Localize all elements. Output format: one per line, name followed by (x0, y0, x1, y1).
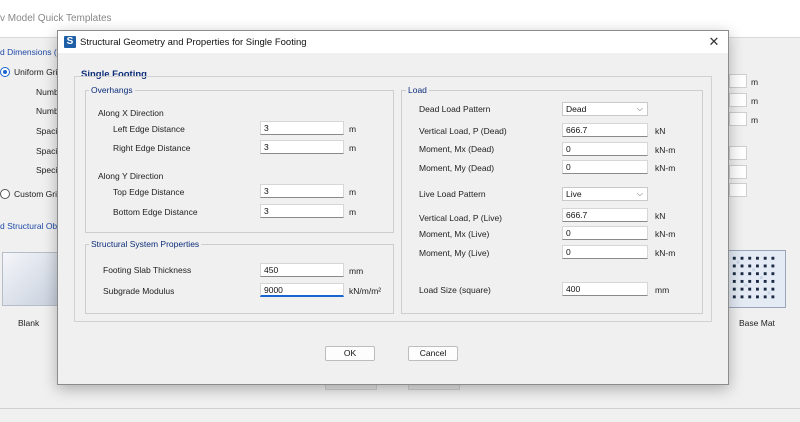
grid-dimensions-section: d Dimensions (F (0, 47, 62, 57)
top-edge-input[interactable]: 3 (260, 184, 344, 198)
overhangs-title: Overhangs (89, 85, 135, 95)
vertical-load-live-unit: kN (655, 211, 666, 221)
bottom-edge-label: Bottom Edge Distance (113, 207, 198, 217)
bottom-edge-unit: m (349, 207, 357, 217)
background-window-title: v Model Quick Templates (0, 13, 112, 24)
vertical-load-dead-unit: kN (655, 126, 666, 136)
background-input[interactable] (729, 146, 747, 160)
custom-grid-label: Custom Gric (14, 189, 62, 199)
load-frame (401, 90, 703, 314)
background-input[interactable] (729, 93, 747, 107)
ok-button[interactable]: OK (325, 346, 375, 361)
custom-grid-radio[interactable]: Custom Gric (0, 189, 61, 199)
left-edge-input[interactable]: 3 (260, 121, 344, 135)
structural-system-frame (85, 244, 394, 314)
blank-template-thumbnail[interactable] (2, 252, 60, 306)
background-unit: m (751, 96, 759, 106)
live-load-pattern-dropdown[interactable]: Live ⌵ (562, 187, 648, 201)
subgrade-modulus-unit: kN/m/m² (349, 286, 382, 296)
blank-template-label: Blank (18, 318, 40, 328)
vertical-load-live-label: Vertical Load, P (Live) (419, 213, 502, 223)
slab-thickness-unit: mm (349, 266, 364, 276)
load-title: Load (406, 85, 429, 95)
mx-dead-input[interactable]: 0 (562, 142, 648, 156)
radio-unchecked-icon (0, 189, 10, 199)
mx-dead-label: Moment, Mx (Dead) (419, 144, 495, 154)
my-live-label: Moment, My (Live) (419, 248, 490, 258)
right-edge-input[interactable]: 3 (260, 140, 344, 154)
my-dead-unit: kN-m (655, 163, 676, 173)
top-edge-unit: m (349, 187, 357, 197)
background-input[interactable] (729, 74, 747, 88)
background-input[interactable] (729, 112, 747, 126)
along-x-heading: Along X Direction (98, 108, 164, 118)
base-mat-template-label: Base Mat (739, 318, 775, 328)
subgrade-modulus-input[interactable]: 9000 (260, 283, 344, 297)
dead-load-pattern-dropdown[interactable]: Dead ⌵ (562, 102, 648, 116)
structural-objects-section: d Structural Obj (0, 221, 60, 231)
load-size-input[interactable]: 400 (562, 282, 648, 296)
uniform-grid-label: Uniform Gric (14, 67, 62, 77)
structural-system-title: Structural System Properties (89, 239, 202, 249)
background-unit: m (751, 115, 759, 125)
slab-thickness-input[interactable]: 450 (260, 263, 344, 277)
load-size-unit: mm (655, 285, 670, 295)
background-input[interactable] (729, 165, 747, 179)
load-size-label: Load Size (square) (419, 285, 491, 295)
app-logo-icon: S (64, 36, 76, 48)
mx-dead-unit: kN-m (655, 145, 676, 155)
background-input[interactable] (729, 183, 747, 197)
left-edge-label: Left Edge Distance (113, 124, 185, 134)
along-y-heading: Along Y Direction (98, 171, 164, 181)
right-edge-unit: m (349, 143, 357, 153)
my-live-unit: kN-m (655, 248, 676, 258)
my-dead-label: Moment, My (Dead) (419, 163, 495, 173)
dialog-titlebar[interactable]: S Structural Geometry and Properties for… (58, 31, 728, 53)
base-mat-template-thumbnail[interactable] (726, 250, 786, 308)
background-footer (0, 408, 800, 422)
live-load-pattern-label: Live Load Pattern (419, 189, 486, 199)
chevron-down-icon: ⌵ (636, 104, 643, 113)
left-edge-unit: m (349, 124, 357, 134)
bottom-edge-input[interactable]: 3 (260, 204, 344, 218)
right-edge-label: Right Edge Distance (113, 143, 191, 153)
dialog-title: Structural Geometry and Properties for S… (80, 37, 307, 48)
top-edge-label: Top Edge Distance (113, 187, 185, 197)
mx-live-input[interactable]: 0 (562, 226, 648, 240)
single-footing-dialog: S Structural Geometry and Properties for… (57, 30, 729, 385)
cancel-button[interactable]: Cancel (408, 346, 458, 361)
mx-live-unit: kN-m (655, 229, 676, 239)
vertical-load-dead-input[interactable]: 666.7 (562, 123, 648, 137)
uniform-grid-radio[interactable]: Uniform Gric (0, 67, 62, 77)
close-button[interactable]: ✕ (700, 31, 728, 53)
my-live-input[interactable]: 0 (562, 245, 648, 259)
my-dead-input[interactable]: 0 (562, 160, 648, 174)
slab-thickness-label: Footing Slab Thickness (103, 265, 192, 275)
vertical-load-live-input[interactable]: 666.7 (562, 208, 648, 222)
vertical-load-dead-label: Vertical Load, P (Dead) (419, 126, 507, 136)
base-mat-grid-icon (727, 251, 785, 307)
radio-checked-icon (0, 67, 10, 77)
dead-load-pattern-label: Dead Load Pattern (419, 104, 491, 114)
subgrade-modulus-label: Subgrade Modulus (103, 286, 175, 296)
mx-live-label: Moment, Mx (Live) (419, 229, 490, 239)
dead-load-pattern-value: Dead (566, 104, 587, 114)
chevron-down-icon: ⌵ (636, 189, 643, 198)
live-load-pattern-value: Live (566, 189, 582, 199)
background-unit: m (751, 77, 759, 87)
